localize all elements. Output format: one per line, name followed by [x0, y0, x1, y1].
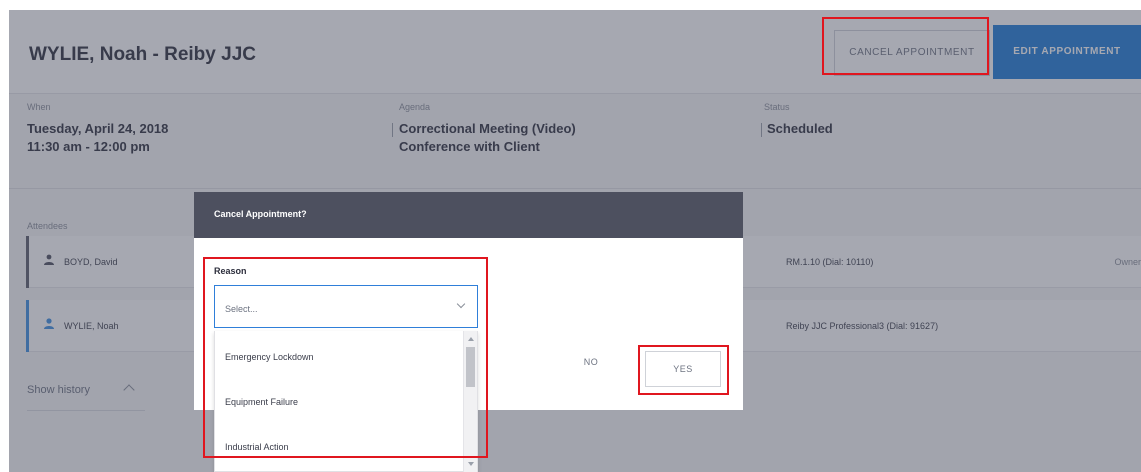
dialog-header: Cancel Appointment?: [194, 192, 743, 238]
highlight-yes-button: [638, 345, 729, 395]
highlight-cancel-appointment: [822, 17, 989, 75]
no-button[interactable]: NO: [571, 357, 611, 367]
scroll-down-arrow-icon[interactable]: [468, 462, 474, 466]
highlight-reason-select: [203, 257, 488, 458]
dialog-title: Cancel Appointment?: [214, 209, 307, 219]
